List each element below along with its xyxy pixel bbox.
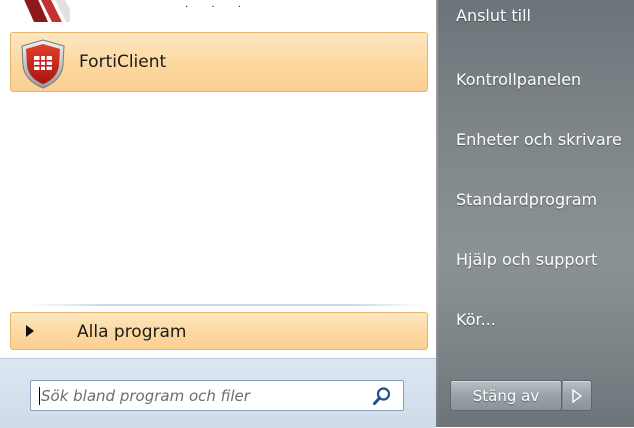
shutdown-label: Stäng av bbox=[472, 387, 540, 405]
start-menu-left-pane: · · · FortiClient Alla program Sök bland… bbox=[0, 0, 436, 428]
magnifier-icon[interactable] bbox=[371, 385, 393, 407]
all-programs-button[interactable]: Alla program bbox=[10, 312, 428, 350]
program-logo-icon bbox=[24, 0, 70, 22]
text-caret bbox=[39, 387, 40, 405]
shutdown-button[interactable]: Stäng av bbox=[450, 380, 562, 411]
search-input[interactable] bbox=[31, 381, 361, 410]
forticlient-shield-icon bbox=[21, 39, 65, 89]
search-box[interactable] bbox=[30, 380, 404, 411]
search-area bbox=[0, 358, 436, 428]
right-item-kor[interactable]: Kör... bbox=[456, 310, 496, 329]
truncated-item-text: · · · bbox=[185, 2, 251, 13]
menu-separator bbox=[28, 304, 426, 306]
triangle-right-icon bbox=[572, 389, 582, 403]
right-item-anslut-till[interactable]: Anslut till bbox=[456, 6, 531, 25]
all-programs-label: Alla program bbox=[77, 322, 187, 342]
right-item-standardprogram[interactable]: Standardprogram bbox=[456, 190, 597, 209]
pinned-item-label: FortiClient bbox=[79, 52, 167, 72]
shutdown-options-button[interactable] bbox=[562, 380, 592, 411]
start-menu-right-pane: Anslut till Kontrollpanelen Enheter och … bbox=[436, 0, 634, 427]
right-item-enheter-och-skrivare[interactable]: Enheter och skrivare bbox=[456, 130, 622, 149]
right-item-kontrollpanelen[interactable]: Kontrollpanelen bbox=[456, 70, 581, 89]
right-item-hjalp-och-support[interactable]: Hjälp och support bbox=[456, 250, 597, 269]
triangle-right-icon bbox=[26, 325, 34, 337]
partially-visible-program-item[interactable]: · · · bbox=[0, 0, 436, 26]
pinned-item-forticlient[interactable]: FortiClient bbox=[10, 32, 428, 92]
